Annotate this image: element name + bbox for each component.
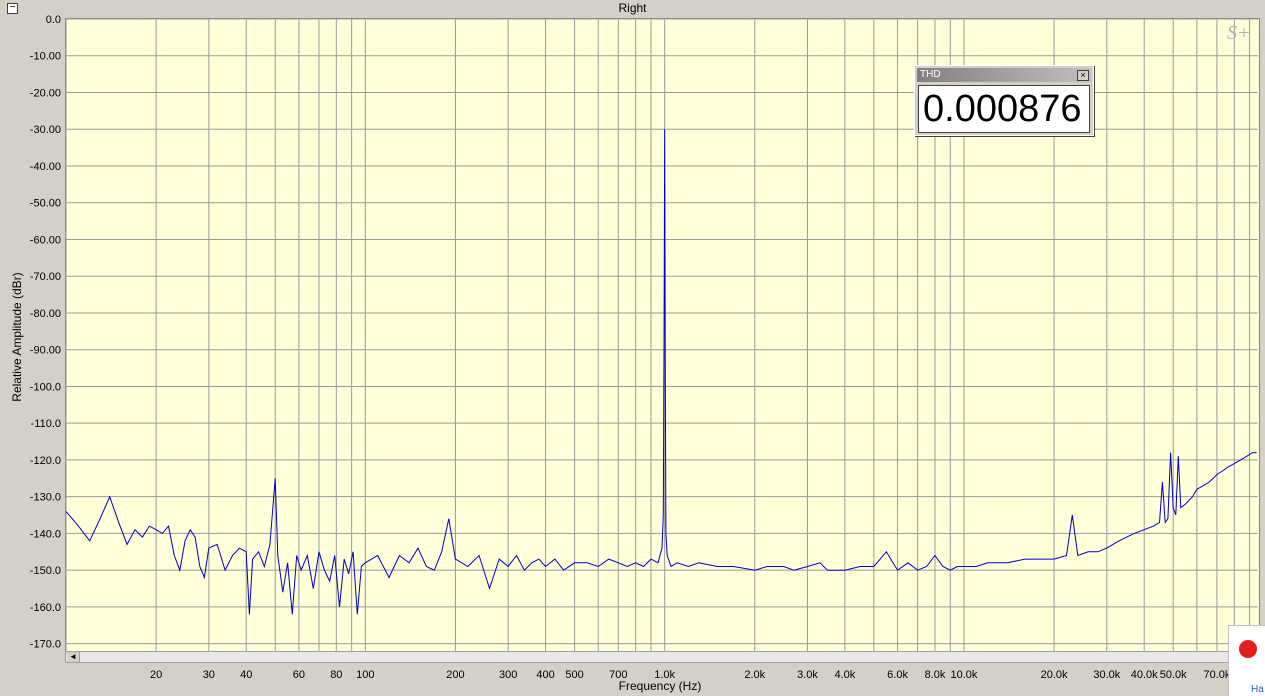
y-tick-label: -170.0 bbox=[30, 639, 61, 651]
thd-panel-titlebar[interactable]: THD × bbox=[917, 68, 1091, 82]
x-tick-label: 70.0k bbox=[1203, 669, 1230, 681]
x-tick-label: 20.0k bbox=[1041, 669, 1068, 681]
y-tick-label: -20.00 bbox=[30, 87, 61, 99]
corner-widget[interactable]: Ha bbox=[1228, 625, 1265, 696]
x-tick-label: 50.0k bbox=[1160, 669, 1187, 681]
x-tick-label: 10.0k bbox=[951, 669, 978, 681]
y-tick-label: -70.00 bbox=[30, 271, 61, 283]
y-tick-label: -120.0 bbox=[30, 455, 61, 467]
horizontal-scrollbar[interactable]: ◄ bbox=[65, 651, 1258, 663]
x-tick-label: 400 bbox=[536, 669, 554, 681]
corner-label: Ha bbox=[1251, 684, 1264, 695]
y-tick-label: 0.0 bbox=[46, 14, 61, 26]
y-tick-label: -10.00 bbox=[30, 51, 61, 63]
y-tick-label: -80.00 bbox=[30, 308, 61, 320]
y-tick-label: -50.00 bbox=[30, 198, 61, 210]
y-tick-label: -60.00 bbox=[30, 234, 61, 246]
x-axis-label: Frequency (Hz) bbox=[618, 679, 702, 693]
thd-panel-title: THD bbox=[920, 69, 941, 80]
y-tick-label: -130.0 bbox=[30, 492, 61, 504]
y-tick-label: -110.0 bbox=[31, 418, 61, 430]
y-tick-label: -30.00 bbox=[30, 124, 61, 136]
x-tick-label: 80 bbox=[330, 669, 342, 681]
x-tick-label: 3.0k bbox=[797, 669, 818, 681]
y-tick-label: -150.0 bbox=[30, 565, 61, 577]
thd-close-icon[interactable]: × bbox=[1077, 70, 1089, 81]
x-tick-label: 8.0k bbox=[925, 669, 946, 681]
y-tick-label: -40.00 bbox=[30, 161, 61, 173]
thd-value-box: 0.000876 bbox=[918, 85, 1090, 133]
x-tick-label: 200 bbox=[446, 669, 464, 681]
x-tick-label: 6.0k bbox=[887, 669, 908, 681]
y-axis-label: Relative Amplitude (dBr) bbox=[10, 272, 24, 402]
y-tick-label: -160.0 bbox=[30, 602, 61, 614]
x-tick-label: 100 bbox=[356, 669, 374, 681]
x-tick-label: 4.0k bbox=[834, 669, 855, 681]
x-tick-label: 300 bbox=[499, 669, 517, 681]
thd-value: 0.000876 bbox=[923, 88, 1082, 130]
y-tick-label: -90.00 bbox=[30, 345, 61, 357]
arrow-right-icon[interactable] bbox=[1239, 640, 1257, 658]
x-tick-label: 30 bbox=[203, 669, 215, 681]
x-tick-label: 30.0k bbox=[1093, 669, 1120, 681]
x-tick-label: 20 bbox=[150, 669, 162, 681]
x-tick-label: 40 bbox=[240, 669, 252, 681]
x-tick-label: 40.0k bbox=[1131, 669, 1158, 681]
spectrum-line bbox=[65, 129, 1257, 615]
y-tick-label: -140.0 bbox=[30, 528, 61, 540]
app-logo: S+ bbox=[1227, 22, 1251, 44]
y-tick-label: -100.0 bbox=[30, 381, 61, 393]
scroll-left-icon[interactable]: ◄ bbox=[67, 652, 80, 662]
x-tick-label: 60 bbox=[293, 669, 305, 681]
thd-panel[interactable]: THD × 0.000876 bbox=[914, 65, 1094, 136]
